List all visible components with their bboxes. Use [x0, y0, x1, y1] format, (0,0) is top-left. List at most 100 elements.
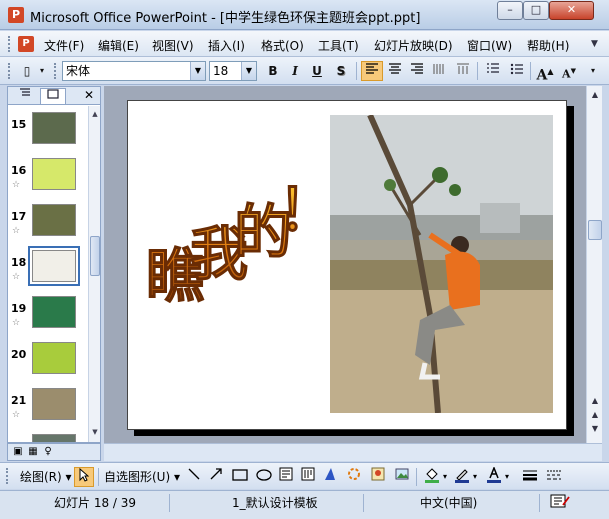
scroll-thumb[interactable]: [90, 236, 100, 276]
tab-outline[interactable]: [12, 88, 38, 104]
powerpoint-app-icon[interactable]: P: [8, 7, 24, 23]
toolbar-grip[interactable]: [6, 468, 9, 484]
boy-climbing-tree-photo[interactable]: [330, 115, 553, 413]
normal-view-icon[interactable]: ▣: [11, 445, 25, 459]
slide-thumbnail[interactable]: 20: [8, 340, 88, 386]
diagram-button[interactable]: [344, 467, 364, 487]
align-center-button[interactable]: [384, 61, 406, 81]
line-color-dropdown-icon[interactable]: ▾: [470, 467, 480, 487]
vertical-textbox-button[interactable]: [298, 467, 318, 487]
slide-thumbnail-image[interactable]: [32, 112, 76, 144]
bullets-button[interactable]: [506, 61, 528, 81]
status-slide-info: 幻灯片 18 / 39: [0, 494, 170, 512]
align-left-button[interactable]: [361, 61, 383, 81]
font-name-combo[interactable]: 宋体 ▼: [62, 61, 206, 81]
scroll-thumb[interactable]: [588, 220, 602, 240]
close-button[interactable]: ✕: [549, 1, 594, 20]
slide-thumbnail-image[interactable]: [32, 296, 76, 328]
fill-color-button[interactable]: [422, 467, 442, 487]
menu-overflow-icon[interactable]: ▼: [591, 39, 598, 49]
scroll-up-icon[interactable]: ▲: [90, 108, 100, 120]
clipart-button[interactable]: [368, 467, 388, 487]
toolbar-overflow-icon[interactable]: ▾: [586, 61, 600, 81]
scroll-down-icon[interactable]: ▼: [90, 426, 100, 438]
align-right-button[interactable]: [406, 61, 428, 81]
select-objects-button[interactable]: [74, 467, 94, 487]
slide-sorter-view-icon[interactable]: ▦: [26, 445, 40, 459]
numbering-button[interactable]: [482, 61, 504, 81]
line-color-button[interactable]: [452, 467, 472, 487]
slide-thumbnail[interactable]: 17 ☆: [8, 202, 88, 248]
draw-menu[interactable]: 绘图(R) ▾: [20, 468, 72, 485]
slide-thumbnail[interactable]: 15: [8, 110, 88, 156]
textbox-tool-button[interactable]: [276, 467, 296, 487]
line-tool-button[interactable]: [184, 467, 204, 487]
menu-insert[interactable]: 插入(I): [208, 37, 245, 54]
chevron-down-icon[interactable]: ▼: [190, 62, 205, 80]
slides-pane-scrollbar[interactable]: ▲ ▼: [88, 106, 100, 442]
bold-button[interactable]: B: [262, 61, 284, 81]
current-slide[interactable]: 瞧我的！: [127, 100, 567, 430]
new-document-icon[interactable]: ▯: [16, 61, 38, 81]
menu-window[interactable]: 窗口(W): [467, 37, 512, 54]
menu-tools[interactable]: 工具(T): [318, 37, 359, 54]
menu-edit[interactable]: 编辑(E): [98, 37, 139, 54]
slide-thumbnail[interactable]: 16 ☆: [8, 156, 88, 202]
font-size-combo[interactable]: 18 ▼: [209, 61, 257, 81]
arrow-tool-button[interactable]: [206, 467, 226, 487]
wordart-headline[interactable]: 瞧我的！: [146, 146, 326, 346]
slide-thumbnail[interactable]: 19 ☆: [8, 294, 88, 340]
toolbar-options-icon[interactable]: ▾: [36, 61, 48, 81]
status-design-template[interactable]: 1_默认设计模板: [170, 494, 364, 512]
previous-slide-icon[interactable]: ▲: [588, 408, 602, 422]
slide-thumbnail-image[interactable]: [28, 246, 80, 286]
rectangle-tool-button[interactable]: [230, 467, 250, 487]
font-color-dropdown-icon[interactable]: ▾: [502, 467, 512, 487]
decrease-font-button[interactable]: A▼: [558, 61, 580, 81]
slide-thumbnail-image[interactable]: [32, 342, 76, 374]
fill-color-dropdown-icon[interactable]: ▾: [440, 467, 450, 487]
distribute-button[interactable]: [428, 61, 450, 81]
slide-thumbnail[interactable]: 21 ☆: [8, 386, 88, 432]
slide-thumbnail-image[interactable]: [32, 158, 76, 190]
scroll-down-icon[interactable]: ▲: [588, 394, 602, 408]
horizontal-scrollbar-area[interactable]: [104, 443, 602, 461]
maximize-button[interactable]: □: [523, 1, 549, 20]
slide-thumbnail-image[interactable]: [32, 388, 76, 420]
dash-style-button[interactable]: [544, 467, 564, 487]
menu-view[interactable]: 视图(V): [152, 37, 194, 54]
text-direction-button[interactable]: [452, 61, 474, 81]
slide-thumbnail-image[interactable]: [32, 434, 76, 442]
slide-thumbnail-image[interactable]: [32, 204, 76, 236]
chevron-down-icon[interactable]: ▼: [241, 62, 256, 80]
menu-grip[interactable]: [8, 36, 11, 52]
line-style-button[interactable]: [520, 467, 540, 487]
scroll-up-icon[interactable]: ▲: [588, 88, 602, 102]
wordart-button[interactable]: [320, 467, 340, 487]
slide-thumbnail[interactable]: 18 ☆: [8, 246, 88, 294]
menu-file[interactable]: 文件(F): [44, 37, 84, 54]
toolbar-grip[interactable]: [8, 63, 11, 79]
minimize-button[interactable]: –: [497, 1, 523, 20]
slideshow-view-icon[interactable]: ♀: [41, 445, 55, 459]
underline-button[interactable]: U: [306, 61, 328, 81]
font-color-button[interactable]: [484, 465, 504, 487]
insert-picture-button[interactable]: [392, 467, 412, 487]
oval-tool-button[interactable]: [254, 467, 274, 487]
autoshapes-menu[interactable]: 自选图形(U) ▾: [104, 468, 180, 485]
toolbar-grip-2[interactable]: [54, 63, 57, 79]
slide-thumbnail[interactable]: 22: [8, 432, 88, 442]
shadow-button[interactable]: S: [330, 61, 352, 81]
tab-slides[interactable]: [40, 88, 66, 104]
italic-button[interactable]: I: [284, 61, 306, 81]
menu-format[interactable]: 格式(O): [261, 37, 304, 54]
menu-slideshow[interactable]: 幻灯片放映(D): [374, 37, 453, 54]
rectangle-icon: [232, 469, 248, 481]
spelling-status-icon[interactable]: [540, 494, 604, 512]
menu-help[interactable]: 帮助(H): [527, 37, 569, 54]
close-pane-icon[interactable]: ✕: [84, 88, 94, 102]
next-slide-icon[interactable]: ▼: [588, 422, 602, 436]
document-icon[interactable]: P: [18, 36, 34, 52]
increase-font-button[interactable]: A▲: [534, 61, 556, 84]
slide-vertical-scrollbar[interactable]: ▲ ▲ ▲ ▼: [586, 86, 602, 443]
